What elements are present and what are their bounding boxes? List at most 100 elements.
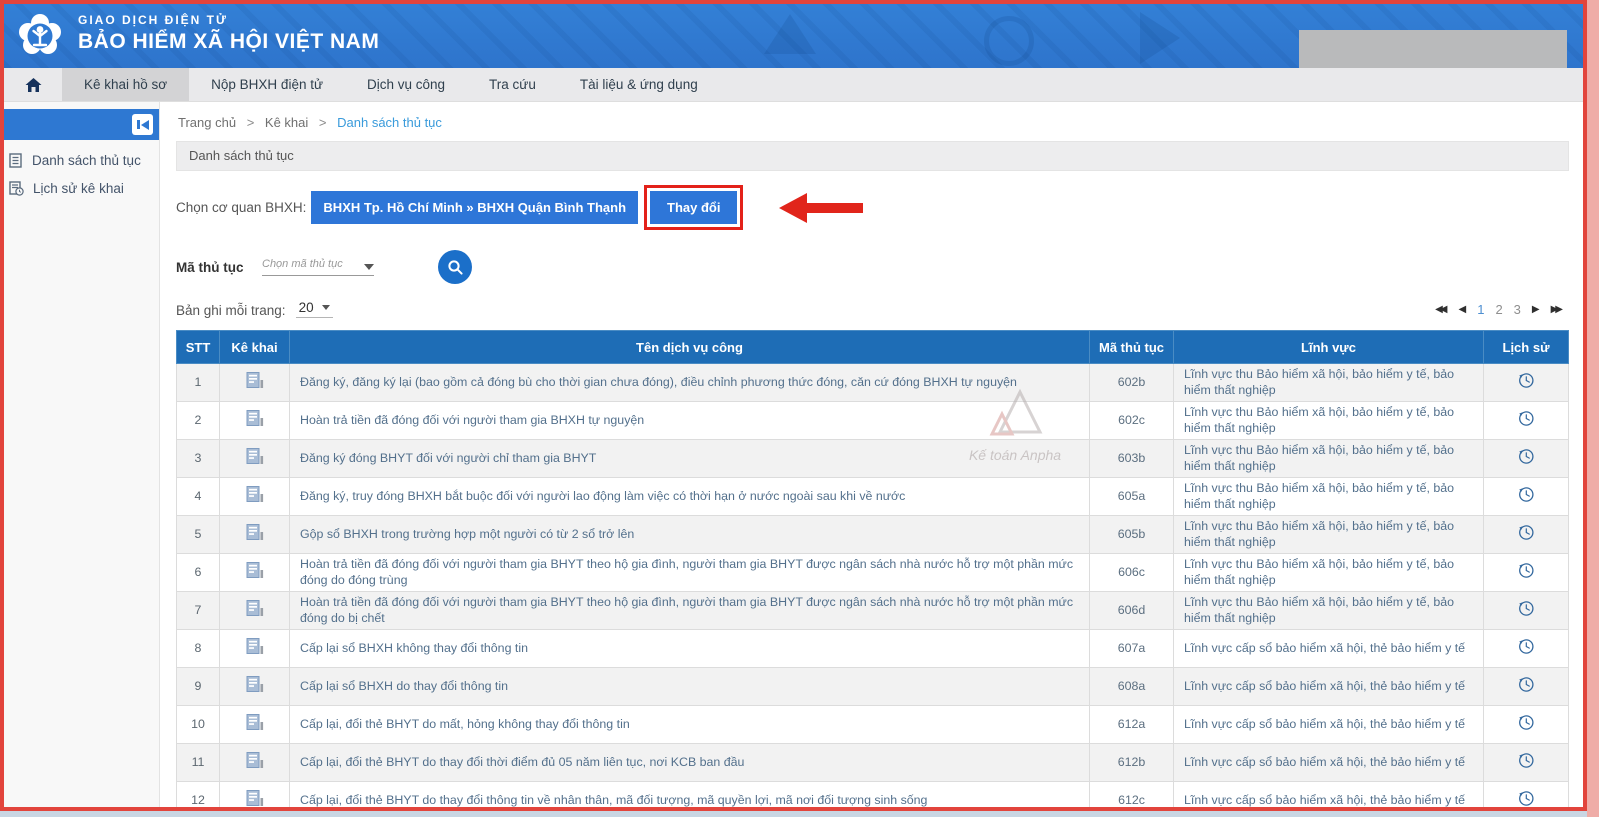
declare-form-icon[interactable] xyxy=(245,523,265,542)
selected-agency-button[interactable]: BHXH Tp. Hồ Chí Minh » BHXH Quận Bình Th… xyxy=(311,191,638,224)
chevron-down-icon xyxy=(364,264,374,270)
row-field: Lĩnh vực thu Bảo hiểm xã hội, bảo hiểm y… xyxy=(1174,592,1484,630)
sidebar-collapse-button[interactable] xyxy=(132,114,153,135)
breadcrumb-ke-khai[interactable]: Kê khai xyxy=(265,115,308,130)
row-code: 603b xyxy=(1090,440,1174,478)
row-code: 606d xyxy=(1090,592,1174,630)
declare-form-icon[interactable] xyxy=(245,599,265,618)
declare-form-icon[interactable] xyxy=(245,637,265,656)
pagination-next-button[interactable]: ▶ xyxy=(1532,304,1540,315)
row-name: Cấp lại sổ BHXH không thay đổi thông tin xyxy=(290,630,1090,668)
panel-title: Danh sách thủ tục xyxy=(176,141,1569,171)
row-name: Cấp lại, đổi thẻ BHYT do mất, hỏng không… xyxy=(290,706,1090,744)
collapse-left-icon xyxy=(137,120,140,129)
declare-form-icon[interactable] xyxy=(245,409,265,428)
declare-form-icon[interactable] xyxy=(245,713,265,732)
app-subtitle: GIAO DỊCH ĐIỆN TỬ xyxy=(78,13,379,27)
history-icon[interactable] xyxy=(1517,523,1535,541)
row-stt: 9 xyxy=(177,668,220,706)
pagination-page-1[interactable]: 1 xyxy=(1477,302,1484,317)
declare-form-icon[interactable] xyxy=(245,789,265,807)
pagination-page-3[interactable]: 3 xyxy=(1514,302,1521,317)
declare-form-icon[interactable] xyxy=(245,371,265,390)
procedure-table-head: STT Kê khai Tên dịch vụ công Mã thủ tục … xyxy=(177,331,1569,364)
col-header-ma-thu-tuc: Mã thủ tục xyxy=(1090,331,1174,364)
procedure-code-select[interactable]: Chọn mã thủ tục xyxy=(262,258,374,276)
history-document-icon xyxy=(9,181,24,196)
decor-triangle xyxy=(1140,12,1180,64)
bhxh-logo-icon xyxy=(13,9,67,63)
breadcrumb-trang-chu[interactable]: Trang chủ xyxy=(178,115,236,130)
declare-form-icon[interactable] xyxy=(245,485,265,504)
decor-triangle xyxy=(764,14,816,54)
chevron-down-icon xyxy=(322,305,330,310)
agency-row: Chọn cơ quan BHXH: BHXH Tp. Hồ Chí Minh … xyxy=(176,185,1569,230)
history-icon[interactable] xyxy=(1517,751,1535,769)
row-field: Lĩnh vực thu Bảo hiểm xã hội, bảo hiểm y… xyxy=(1174,516,1484,554)
row-name: Đăng ký, đăng ký lại (bao gồm cả đóng bù… xyxy=(290,364,1090,402)
declare-form-icon[interactable] xyxy=(245,675,265,694)
red-arrow-annotation xyxy=(775,189,867,227)
table-row: 10 Cấp lại, đổi thẻ BHYT do mất, hỏng kh… xyxy=(177,706,1569,744)
row-code: 605b xyxy=(1090,516,1174,554)
col-header-ke-khai: Kê khai xyxy=(220,331,290,364)
declare-form-icon[interactable] xyxy=(245,751,265,770)
row-code: 612a xyxy=(1090,706,1174,744)
row-code: 612b xyxy=(1090,744,1174,782)
nav-item-dich-vu-cong[interactable]: Dịch vụ công xyxy=(345,68,467,101)
pagination-first-button[interactable]: ◀◀ xyxy=(1435,304,1447,315)
row-stt: 1 xyxy=(177,364,220,402)
app-titles: GIAO DỊCH ĐIỆN TỬ BẢO HIỂM XÃ HỘI VIỆT N… xyxy=(78,13,379,54)
history-icon[interactable] xyxy=(1517,371,1535,389)
row-name: Hoàn trả tiền đã đóng đối với người tham… xyxy=(290,402,1090,440)
row-field: Lĩnh vực thu Bảo hiểm xã hội, bảo hiểm y… xyxy=(1174,364,1484,402)
sidebar-item-lich-su-ke-khai[interactable]: Lịch sử kê khai xyxy=(4,168,159,196)
col-header-stt: STT xyxy=(177,331,220,364)
nav-item-nop-bhxh-dien-tu[interactable]: Nộp BHXH điện tử xyxy=(189,68,345,101)
history-icon[interactable] xyxy=(1517,675,1535,693)
history-icon[interactable] xyxy=(1517,409,1535,427)
table-row: 2 Hoàn trả tiền đã đóng đối với người th… xyxy=(177,402,1569,440)
declare-form-icon[interactable] xyxy=(245,447,265,466)
row-field: Lĩnh vực thu Bảo hiểm xã hội, bảo hiểm y… xyxy=(1174,402,1484,440)
pagination-page-2[interactable]: 2 xyxy=(1495,302,1502,317)
row-field: Lĩnh vực cấp sổ bảo hiểm xã hội, thẻ bảo… xyxy=(1174,744,1484,782)
change-agency-button[interactable]: Thay đổi xyxy=(650,191,737,224)
table-row: 12 Cấp lại, đổi thẻ BHYT do thay đổi thô… xyxy=(177,782,1569,808)
home-button[interactable] xyxy=(4,68,62,101)
col-header-linh-vuc: Lĩnh vực xyxy=(1174,331,1484,364)
redacted-user-box xyxy=(1299,30,1567,68)
row-field: Lĩnh vực thu Bảo hiểm xã hội, bảo hiểm y… xyxy=(1174,554,1484,592)
nav-item-tra-cuu[interactable]: Tra cứu xyxy=(467,68,558,101)
page-size-value: 20 xyxy=(299,300,314,315)
pagination-prev-button[interactable]: ◀ xyxy=(1459,304,1467,315)
history-icon[interactable] xyxy=(1517,485,1535,503)
app-header: GIAO DỊCH ĐIỆN TỬ BẢO HIỂM XÃ HỘI VIỆT N… xyxy=(4,4,1583,68)
row-name: Đăng ký đóng BHYT đối với người chỉ tham… xyxy=(290,440,1090,478)
right-edge-strip xyxy=(1587,0,1599,817)
row-code: 608a xyxy=(1090,668,1174,706)
nav-item-tai-lieu-ung-dung[interactable]: Tài liệu & ứng dụng xyxy=(558,68,720,101)
nav-item-ke-khai-ho-so[interactable]: Kê khai hồ sơ xyxy=(62,68,189,101)
procedure-code-label: Mã thủ tục xyxy=(176,260,262,275)
search-button[interactable] xyxy=(438,250,472,284)
history-icon[interactable] xyxy=(1517,637,1535,655)
declare-form-icon[interactable] xyxy=(245,561,265,580)
row-stt: 12 xyxy=(177,782,220,808)
bhxh-logo xyxy=(13,9,67,63)
history-icon[interactable] xyxy=(1517,599,1535,617)
agency-label: Chọn cơ quan BHXH: xyxy=(176,200,306,215)
row-field: Lĩnh vực cấp sổ bảo hiểm xã hội, thẻ bảo… xyxy=(1174,630,1484,668)
page-size-select[interactable]: 20 xyxy=(296,300,333,318)
history-icon[interactable] xyxy=(1517,789,1535,807)
history-icon[interactable] xyxy=(1517,713,1535,731)
decor-circle xyxy=(984,16,1034,66)
screenshot-stage: GIAO DỊCH ĐIỆN TỬ BẢO HIỂM XÃ HỘI VIỆT N… xyxy=(0,0,1599,817)
sidebar-item-danh-sach-thu-tuc[interactable]: Danh sách thủ tục xyxy=(4,140,159,168)
table-row: 11 Cấp lại, đổi thẻ BHYT do thay đổi thờ… xyxy=(177,744,1569,782)
pagination-last-button[interactable]: ▶▶ xyxy=(1551,304,1563,315)
row-name: Đăng ký, truy đóng BHXH bắt buộc đối với… xyxy=(290,478,1090,516)
history-icon[interactable] xyxy=(1517,447,1535,465)
history-icon[interactable] xyxy=(1517,561,1535,579)
table-row: 6 Hoàn trả tiền đã đóng đối với người th… xyxy=(177,554,1569,592)
